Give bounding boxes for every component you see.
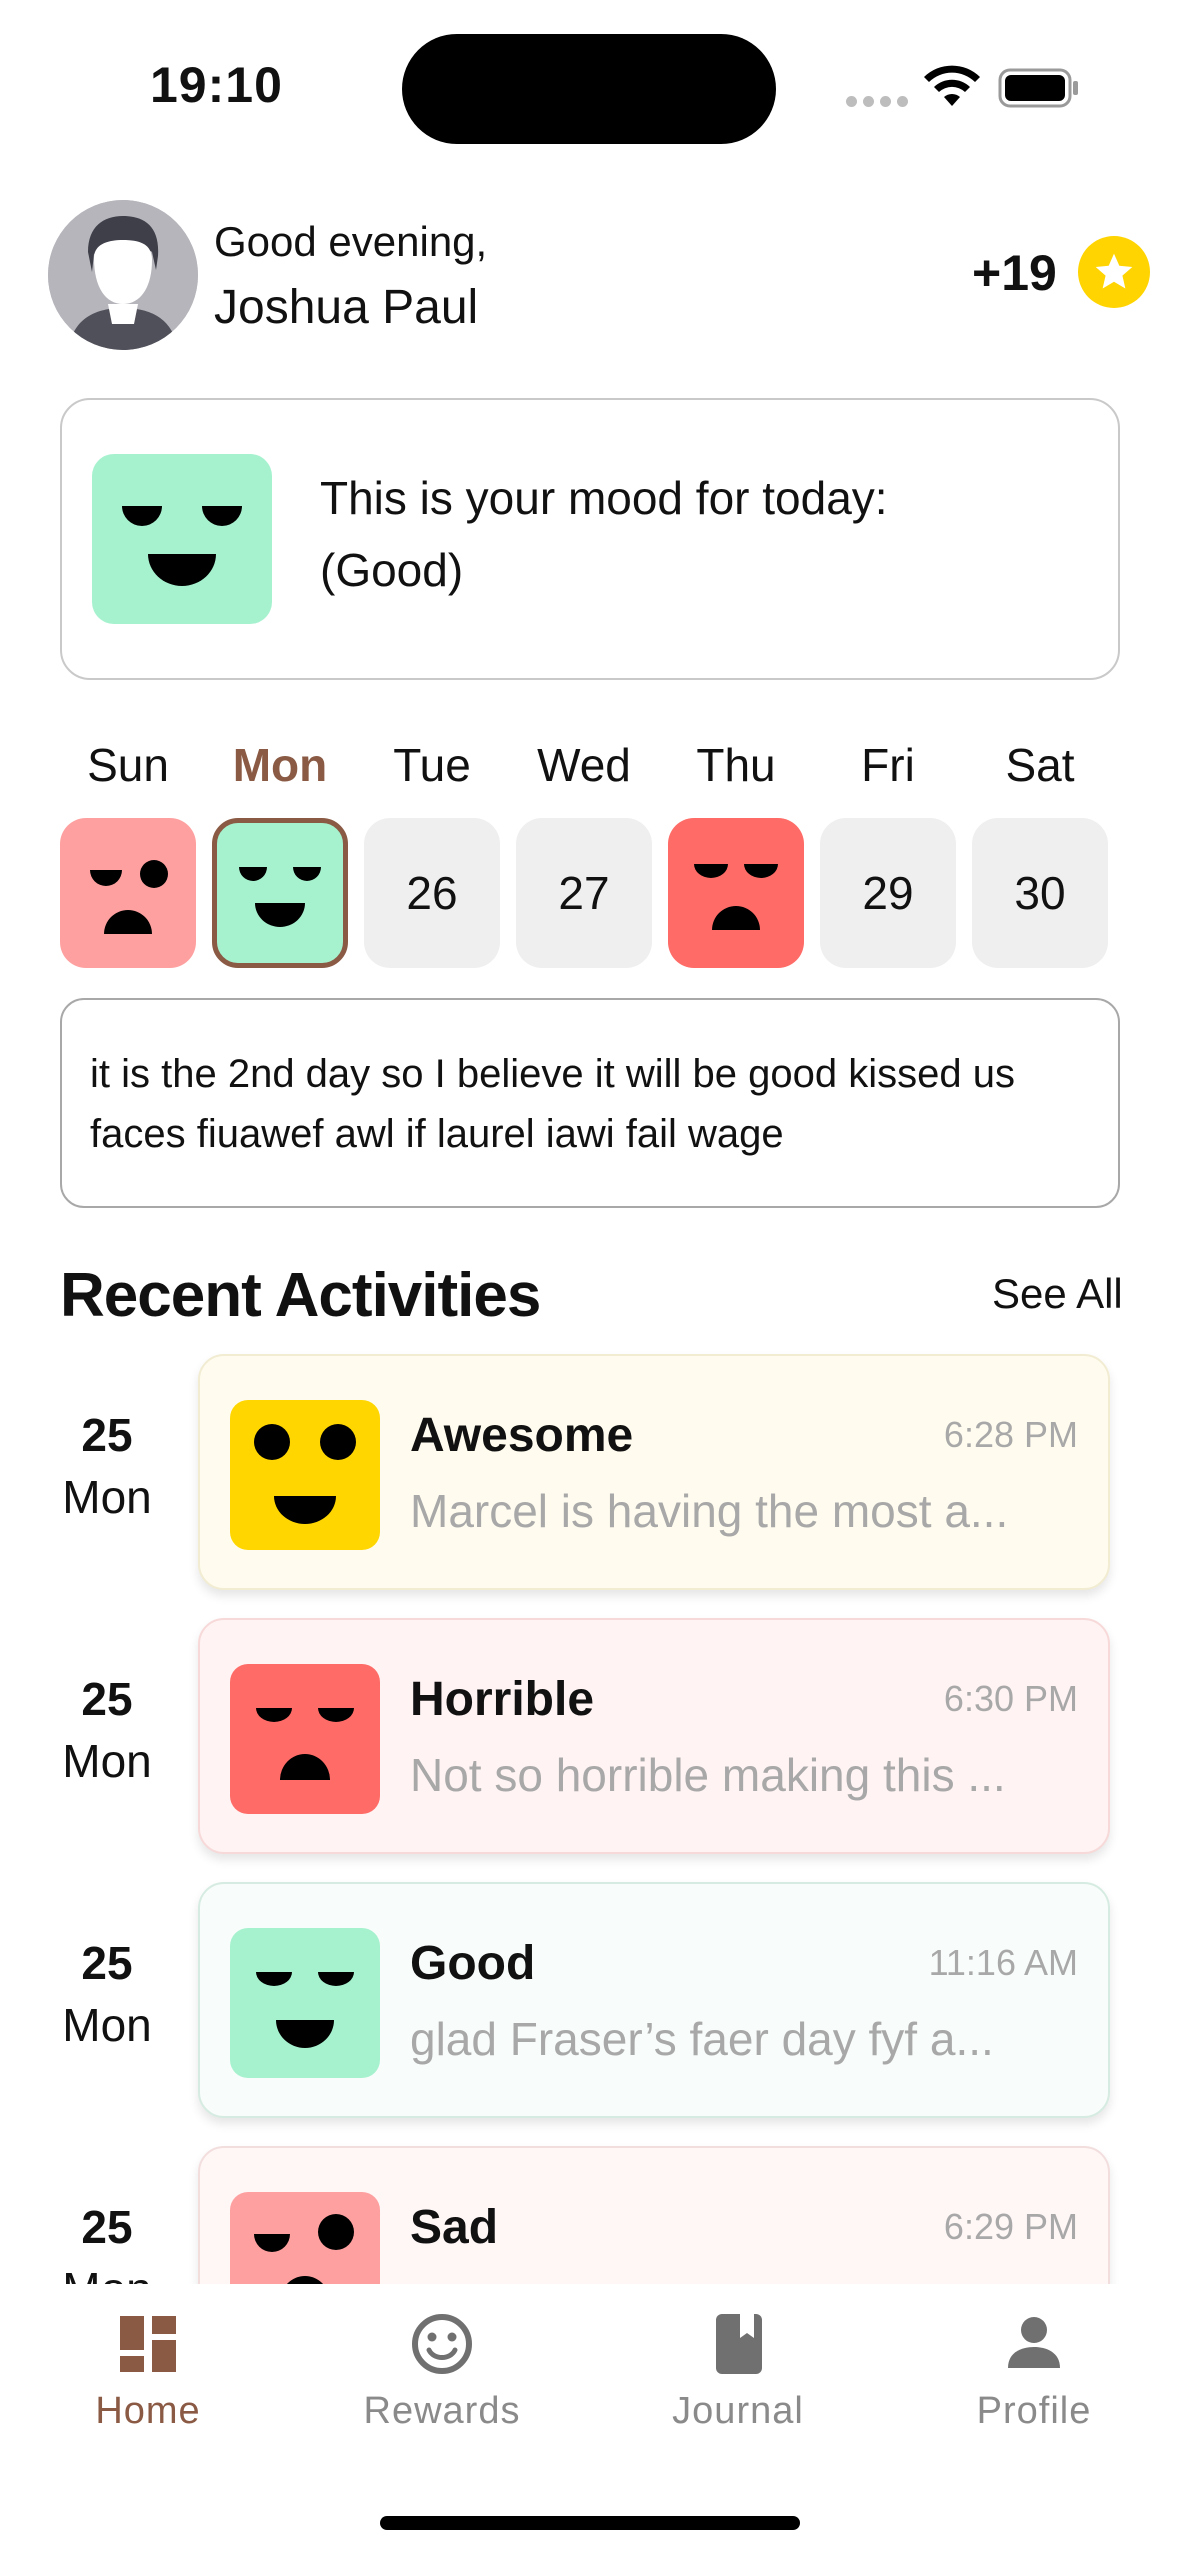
awesome-face-icon [230, 1400, 380, 1550]
status-bar: 19:10 [0, 0, 1179, 170]
star-icon[interactable] [1078, 236, 1150, 308]
day-cell-wed[interactable]: 27 [516, 818, 652, 968]
dashboard-icon [120, 2316, 176, 2372]
activity-card[interactable]: Horrible 6:30 PM Not so horrible making … [198, 1618, 1110, 1854]
daily-note[interactable]: it is the 2nd day so I believe it will b… [60, 998, 1120, 1208]
activity-date: 25 Mon [52, 1408, 162, 1524]
today-mood-line: This is your mood for today: [320, 472, 888, 524]
activity-description: glad Fraser’s faer day fyf a... [410, 2013, 994, 2065]
activity-time: 6:30 PM [943, 1678, 1078, 1719]
activity-mood: Sad [410, 2201, 499, 2254]
wifi-icon [924, 65, 980, 106]
tab-journal[interactable]: Journal [628, 2312, 848, 2433]
dynamic-island [402, 34, 776, 144]
good-face-icon [239, 867, 321, 927]
activity-description: Not so horrible making this ... [410, 1749, 1006, 1801]
day-cell-mon[interactable] [212, 818, 348, 968]
activity-card[interactable]: Good 11:16 AM glad Fraser’s faer day fyf… [198, 1882, 1110, 2118]
activity-time: 6:29 PM [943, 2206, 1078, 2247]
activity-description: Marcel is having the most a... [410, 1485, 1009, 1537]
smiley-icon [412, 2314, 472, 2374]
day-cell-fri[interactable]: 29 [820, 818, 956, 968]
user-avatar-icon [48, 200, 198, 350]
tab-home[interactable]: Home [38, 2312, 258, 2433]
day-label-mon: Mon [232, 739, 328, 791]
activity-mood: Awesome [410, 1409, 634, 1462]
book-icon [716, 2314, 762, 2374]
day-cell-sun[interactable] [60, 818, 196, 968]
status-time: 19:10 [150, 57, 283, 113]
activity-day-name: Mon [62, 1735, 152, 1787]
horrible-face-icon [694, 864, 778, 930]
tab-rewards[interactable]: Rewards [332, 2312, 552, 2433]
cellular-signal-icon [846, 96, 908, 107]
day-label-sun: Sun [87, 739, 169, 791]
activity-day-number: 25 [81, 1409, 133, 1461]
day-label-wed: Wed [537, 739, 631, 791]
activity-day-number: 25 [81, 2201, 133, 2253]
day-label-thu: Thu [696, 739, 776, 791]
avatar[interactable] [48, 200, 198, 350]
recent-activities-title: Recent Activities [60, 1261, 541, 1330]
activity-date: 25 Mon [52, 1936, 162, 2052]
tab-profile-label: Profile [976, 2390, 1092, 2432]
person-icon [1008, 2317, 1060, 2368]
battery-icon [998, 68, 1078, 108]
tab-journal-label: Journal [672, 2390, 804, 2432]
user-name: Joshua Paul [214, 281, 479, 334]
see-all-link[interactable]: See All [992, 1270, 1123, 1318]
day-cell-thu[interactable] [668, 818, 804, 968]
activity-day-number: 25 [81, 1673, 133, 1725]
horrible-face-icon [230, 1664, 380, 1814]
activity-time: 6:28 PM [943, 1414, 1078, 1455]
good-mood-face-icon [92, 454, 272, 624]
day-label-sat: Sat [1005, 739, 1075, 791]
day-label-fri: Fri [861, 739, 915, 791]
tab-home-label: Home [95, 2390, 201, 2432]
activity-mood: Horrible [410, 1673, 595, 1726]
today-mood-value: (Good) [320, 544, 464, 596]
good-face-icon [230, 1928, 380, 2078]
tab-profile[interactable]: Profile [924, 2312, 1144, 2433]
activity-day-name: Mon [62, 1471, 152, 1523]
day-cell-tue[interactable]: 26 [364, 818, 500, 968]
tab-rewards-label: Rewards [363, 2390, 521, 2432]
day-label-tue: Tue [393, 739, 471, 791]
home-indicator [380, 2516, 800, 2530]
activity-day-number: 25 [81, 1937, 133, 1989]
activity-date: 25 Mon [52, 1672, 162, 1788]
activity-day-name: Mon [62, 1999, 152, 2051]
today-mood-card[interactable]: This is your mood for today: (Good) [60, 398, 1120, 680]
day-cell-sat[interactable]: 30 [972, 818, 1108, 968]
activity-mood: Good [410, 1937, 536, 1990]
sad-face-icon [90, 860, 168, 934]
greeting-text: Good evening, [214, 218, 488, 265]
today-mood-text: This is your mood for today: (Good) [320, 462, 1020, 606]
activity-card[interactable]: Awesome 6:28 PM Marcel is having the mos… [198, 1354, 1110, 1590]
points-count: +19 [972, 245, 1057, 301]
activity-time: 11:16 AM [928, 1942, 1078, 1983]
